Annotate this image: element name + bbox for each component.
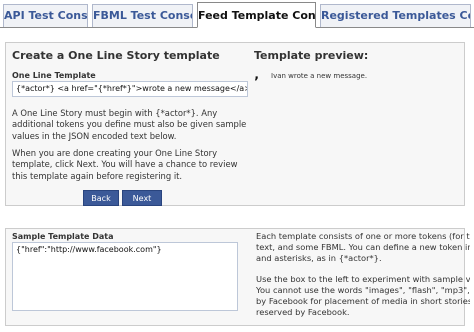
template-preview-heading: Template preview: <box>254 49 369 62</box>
preview-story-text: Ivan wrote a new message. <box>271 72 368 80</box>
template-info-text: Each template consists of one or more to… <box>256 231 470 325</box>
tab-fbml-test-console[interactable]: FBML Test Console <box>92 4 193 27</box>
tab-api-test-console[interactable]: API Test Console <box>3 4 88 27</box>
help-line: values in the JSON encoded text below. <box>12 130 177 141</box>
info-paragraph-2: Use the box to the left to experiment wi… <box>256 274 470 317</box>
tab-feed-template-console[interactable]: Feed Template Console <box>197 2 316 28</box>
info-paragraph-1: Each template consists of one or more to… <box>256 231 470 263</box>
help-line: When you are done creating your One Line… <box>12 148 218 158</box>
sample-data-panel: Sample Template Data {"href":"http://www… <box>5 228 470 326</box>
next-step-help: When you are done creating your One Line… <box>12 148 252 182</box>
quote-mark-icon: ‚ <box>254 68 259 83</box>
back-button[interactable]: Back <box>83 190 119 206</box>
one-line-template-label: One Line Template <box>12 71 96 80</box>
create-template-heading: Create a One Line Story template <box>12 49 220 62</box>
template-preview: ‚ Ivan wrote a new message. <box>254 68 460 84</box>
help-line: this template again before registering i… <box>12 170 183 181</box>
actor-requirement-help: A One Line Story must begin with {*actor… <box>12 108 252 142</box>
sample-template-data-label: Sample Template Data <box>12 232 114 241</box>
create-template-panel: Create a One Line Story template Templat… <box>5 42 465 206</box>
help-line: A One Line Story must begin with {*actor… <box>12 108 218 118</box>
sample-template-data-textarea[interactable]: {"href":"http://www.facebook.com"} <box>12 242 238 311</box>
tab-registered-templates-console[interactable]: Registered Templates Console <box>320 4 471 27</box>
next-button[interactable]: Next <box>122 190 162 206</box>
one-line-template-input[interactable]: {*actor*} <a href="{*href*}">wrote a new… <box>12 81 248 97</box>
tab-bar: API Test Console FBML Test Console Feed … <box>0 0 474 28</box>
help-line: additional tokens you define must also b… <box>12 119 247 130</box>
help-line: template, click Next. You will have a ch… <box>12 159 238 170</box>
